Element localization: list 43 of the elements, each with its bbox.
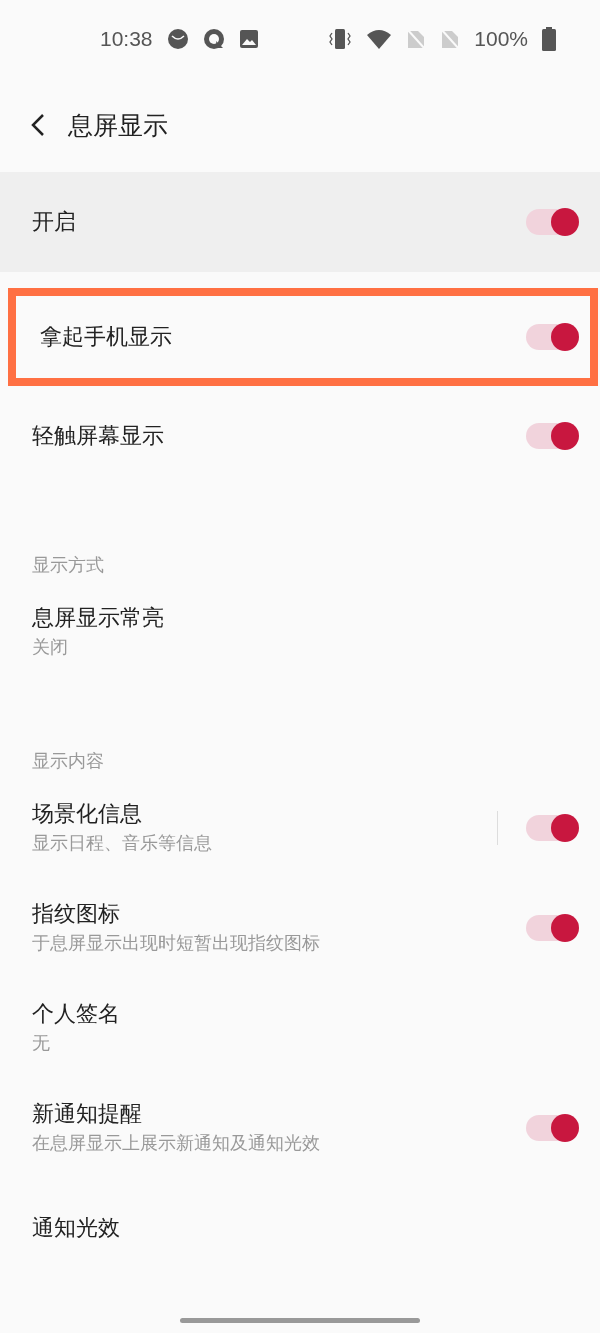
back-icon[interactable] <box>30 113 46 137</box>
setting-title: 通知光效 <box>32 1215 120 1241</box>
wifi-icon <box>366 28 393 50</box>
setting-subtitle: 显示日程、音乐等信息 <box>32 831 212 855</box>
setting-subtitle: 无 <box>32 1031 50 1055</box>
setting-title: 息屏显示常亮 <box>32 605 164 631</box>
toggle-switch[interactable] <box>526 1115 578 1141</box>
settings-row[interactable]: 场景化信息 显示日程、音乐等信息 <box>0 778 600 878</box>
no-sim-icon <box>406 28 427 50</box>
settings-row[interactable]: 通知光效 <box>0 1178 600 1278</box>
battery-icon <box>542 27 556 51</box>
battery-percentage: 100% <box>474 27 528 51</box>
page-title: 息屏显示 <box>68 109 168 142</box>
toggle-switch[interactable] <box>526 423 578 449</box>
setting-title: 指纹图标 <box>32 901 120 927</box>
image-icon <box>238 29 259 49</box>
setting-title: 拿起手机显示 <box>40 324 172 350</box>
section-header: 显示内容 <box>32 750 104 771</box>
chat-bubble-icon <box>202 28 225 50</box>
master-switch-row[interactable]: 开启 <box>0 172 600 272</box>
clock-time: 10:38 <box>100 27 153 51</box>
settings-row[interactable]: 指纹图标 于息屏显示出现时短暂出现指纹图标 <box>0 878 600 978</box>
settings-row[interactable]: 个人签名 无 <box>0 978 600 1078</box>
setting-title: 个人签名 <box>32 1001 120 1027</box>
settings-row[interactable]: 轻触屏幕显示 <box>0 386 600 486</box>
setting-title: 轻触屏幕显示 <box>32 423 164 449</box>
no-sim-icon <box>440 28 461 50</box>
notification-icon <box>166 28 189 50</box>
toggle-switch[interactable] <box>526 209 578 235</box>
highlight-frame[interactable]: 拿起手机显示 <box>8 288 598 386</box>
setting-title: 场景化信息 <box>32 801 142 827</box>
section-header: 显示方式 <box>32 554 104 575</box>
toggle-switch[interactable] <box>526 324 578 350</box>
toggle-switch[interactable] <box>526 815 578 841</box>
setting-subtitle: 在息屏显示上展示新通知及通知光效 <box>32 1131 320 1155</box>
setting-title: 新通知提醒 <box>32 1101 142 1127</box>
setting-subtitle: 关闭 <box>32 635 68 659</box>
settings-row[interactable]: 新通知提醒 在息屏显示上展示新通知及通知光效 <box>0 1078 600 1178</box>
vibrate-icon <box>328 27 353 51</box>
setting-subtitle: 于息屏显示出现时短暂出现指纹图标 <box>32 931 320 955</box>
setting-title: 开启 <box>32 208 77 236</box>
settings-row[interactable]: 息屏显示常亮 关闭 <box>0 582 600 682</box>
toggle-switch[interactable] <box>526 915 578 941</box>
